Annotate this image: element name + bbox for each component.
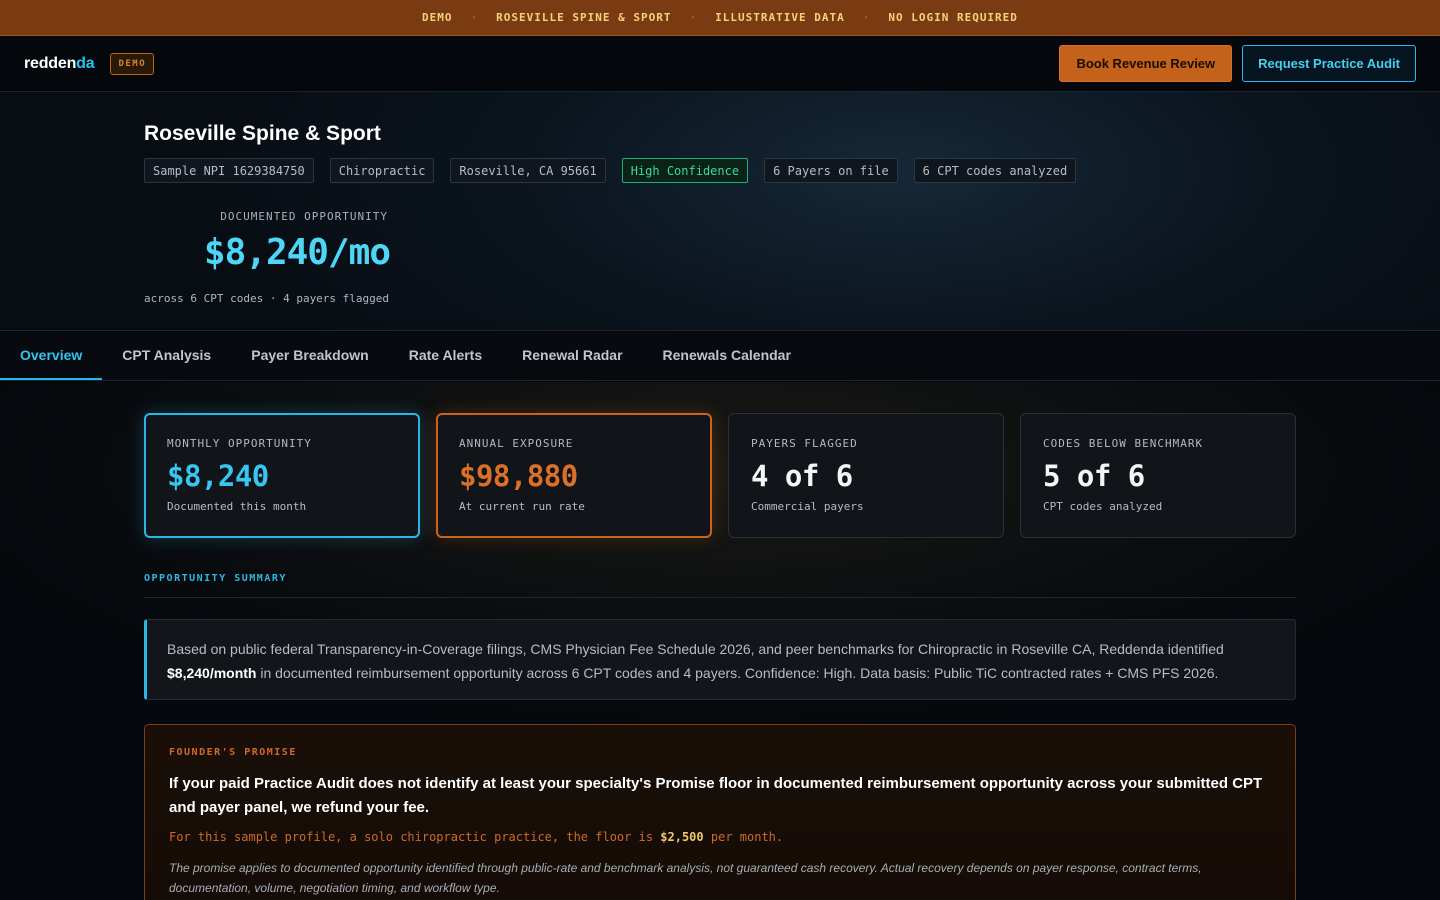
kpi-subtext: CPT codes analyzed (1043, 500, 1163, 513)
demo-banner: DEMO · ROSEVILLE SPINE & SPORT · ILLUSTR… (0, 0, 1440, 36)
promise-floor-line: For this sample profile, a solo chiropra… (169, 830, 1271, 844)
opportunity-summary-title: OPPORTUNITY SUMMARY (144, 573, 287, 584)
practice-title: Roseville Spine & Sport (144, 122, 381, 145)
founders-promise-label: FOUNDER'S PROMISE (169, 747, 297, 758)
banner-separator: · (470, 11, 479, 24)
npi-chip: Sample NPI 1629384750 (144, 158, 314, 183)
summary-text-before: Based on public federal Transparency-in-… (167, 641, 1224, 657)
promise-floor-value: $2,500 (660, 830, 704, 844)
overview-panel: MONTHLY OPPORTUNITY $8,240 Documented th… (0, 382, 1440, 900)
tab-rate-alerts[interactable]: Rate Alerts (389, 332, 502, 380)
opportunity-summary-box: Based on public federal Transparency-in-… (144, 619, 1296, 700)
kpi-value: 5 of 6 (1043, 459, 1145, 493)
tab-overview[interactable]: Overview (0, 332, 103, 380)
banner-item-demo: DEMO (422, 11, 453, 24)
payers-flagged-card: PAYERS FLAGGED 4 of 6 Commercial payers (728, 413, 1004, 538)
cpt-codes-chip: 6 CPT codes analyzed (913, 158, 1077, 183)
kpi-value: $98,880 (459, 459, 578, 493)
section-tabs: Overview CPT Analysis Payer Breakdown Ra… (0, 332, 1440, 381)
kpi-value: 4 of 6 (751, 459, 853, 493)
kpi-label: ANNUAL EXPOSURE (459, 437, 574, 450)
documented-opportunity-subtext: across 6 CPT codes · 4 payers flagged (144, 292, 390, 305)
confidence-chip: High Confidence (621, 158, 749, 183)
documented-opportunity-label: DOCUMENTED OPPORTUNITY (220, 210, 388, 223)
tab-payer-breakdown[interactable]: Payer Breakdown (231, 332, 389, 380)
banner-item-practice: ROSEVILLE SPINE & SPORT (496, 11, 672, 24)
documented-opportunity-value: $8,240/mo (203, 232, 391, 273)
founders-promise-headline: If your paid Practice Audit does not ide… (169, 775, 1263, 816)
location-chip: Roseville, CA 95661 (450, 158, 606, 183)
banner-separator: · (689, 11, 698, 24)
logo-text-main: redden (24, 54, 77, 72)
kpi-value: $8,240 (167, 459, 269, 493)
payers-chip: 6 Payers on file (764, 158, 898, 183)
section-divider (144, 597, 1296, 598)
kpi-subtext: At current run rate (459, 500, 585, 513)
summary-text-after: in documented reimbursement opportunity … (256, 665, 1219, 681)
top-nav: reddenda DEMO Book Revenue Review Reques… (0, 36, 1440, 92)
kpi-cards: MONTHLY OPPORTUNITY $8,240 Documented th… (144, 413, 1296, 538)
request-practice-audit-button[interactable]: Request Practice Audit (1242, 45, 1416, 82)
book-revenue-review-button[interactable]: Book Revenue Review (1059, 45, 1233, 82)
tab-renewal-radar[interactable]: Renewal Radar (502, 332, 642, 380)
promise-floor-suffix: per month. (703, 830, 784, 844)
banner-separator: · (862, 11, 871, 24)
kpi-label: MONTHLY OPPORTUNITY (167, 437, 312, 450)
demo-badge: DEMO (110, 52, 155, 75)
promise-disclaimer: The promise applies to documented opport… (169, 861, 1202, 895)
promise-floor-text: For this sample profile, a solo chiropra… (169, 830, 661, 844)
kpi-subtext: Commercial payers (751, 500, 864, 513)
codes-below-benchmark-card: CODES BELOW BENCHMARK 5 of 6 CPT codes a… (1020, 413, 1296, 538)
summary-highlight-amount: $8,240/month (167, 665, 257, 681)
monthly-opportunity-card: MONTHLY OPPORTUNITY $8,240 Documented th… (144, 413, 420, 538)
practice-chips: Sample NPI 1629384750 Chiropractic Rosev… (144, 158, 1077, 183)
banner-item-no-login: NO LOGIN REQUIRED (888, 11, 1018, 24)
specialty-chip: Chiropractic (329, 158, 435, 183)
practice-hero: Roseville Spine & Sport Sample NPI 16293… (0, 92, 1440, 331)
kpi-label: PAYERS FLAGGED (751, 437, 858, 450)
reddenda-logo[interactable]: reddenda (24, 54, 95, 73)
tab-cpt-analysis[interactable]: CPT Analysis (102, 332, 231, 380)
kpi-label: CODES BELOW BENCHMARK (1043, 437, 1204, 450)
kpi-subtext: Documented this month (167, 500, 307, 513)
tab-renewals-calendar[interactable]: Renewals Calendar (643, 332, 811, 380)
banner-item-illustrative: ILLUSTRATIVE DATA (715, 11, 845, 24)
logo-text-accent: da (76, 54, 95, 72)
annual-exposure-card: ANNUAL EXPOSURE $98,880 At current run r… (436, 413, 712, 538)
founders-promise-box: FOUNDER'S PROMISE If your paid Practice … (144, 724, 1296, 900)
